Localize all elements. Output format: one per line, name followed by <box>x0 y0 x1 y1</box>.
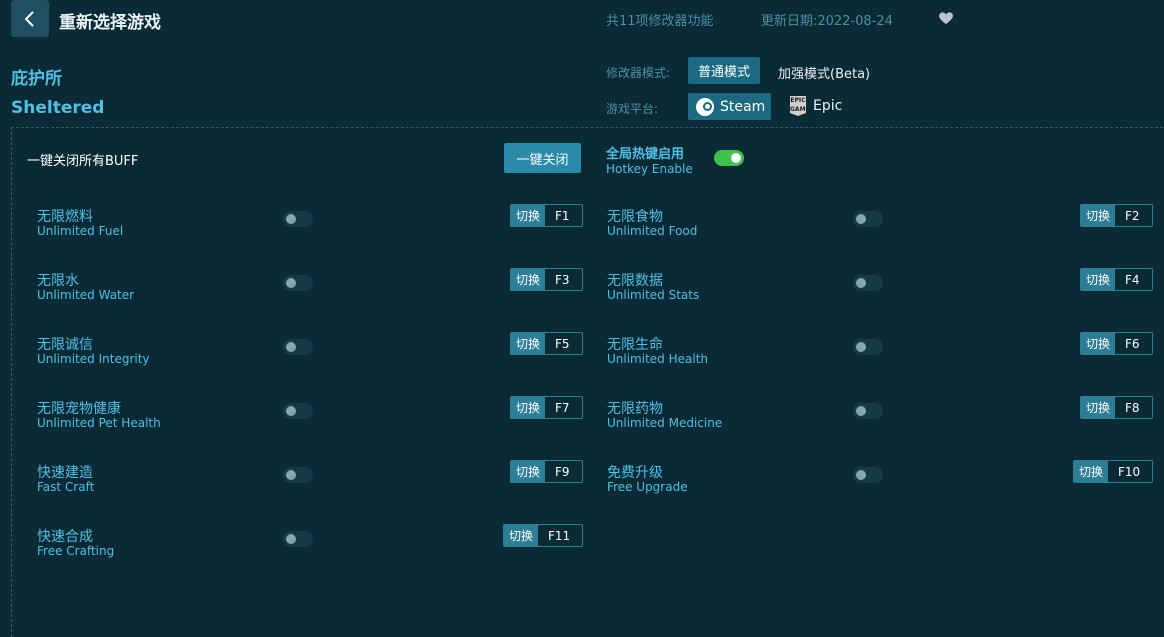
switch-label: 切换 <box>1081 397 1116 418</box>
switch-label: 切换 <box>1081 269 1116 290</box>
switch-label: 切换 <box>511 461 546 482</box>
feature-toggle[interactable] <box>283 403 313 419</box>
feature-name-cn: 无限药物 <box>607 401 663 417</box>
feature-toggle[interactable] <box>283 531 313 547</box>
hotkey-label: F8 <box>1125 400 1140 415</box>
feature-name-en: Unlimited Medicine <box>607 416 723 430</box>
feature-name-en: Fast Craft <box>37 480 95 494</box>
feature-name-en: Unlimited Health <box>607 352 709 366</box>
feature-name-cn: 无限食物 <box>607 209 663 225</box>
feature-name-cn: 无限燃料 <box>37 209 93 225</box>
feature-name-en: Unlimited Pet Health <box>37 416 161 430</box>
steam-icon <box>696 97 714 116</box>
platform-steam-button[interactable]: Steam <box>688 93 771 120</box>
epic-games-icon: EPIC GAMES <box>790 96 806 116</box>
feature-name-en: Unlimited Integrity <box>37 352 150 366</box>
cheat-panel <box>11 127 1163 637</box>
feature-toggle[interactable] <box>853 403 883 419</box>
hotkey-switch-button[interactable]: 切换 F9 <box>510 460 583 483</box>
hotkey-switch-button[interactable]: 切换 F11 <box>503 524 583 547</box>
switch-label: 切换 <box>511 333 546 354</box>
feature-toggle[interactable] <box>853 467 883 483</box>
hotkey-label: F11 <box>548 528 571 543</box>
disable-all-buff-label: 一键关闭所有BUFF <box>27 154 139 169</box>
hotkey-switch-button[interactable]: 切换 F3 <box>510 268 583 291</box>
hotkey-switch-button[interactable]: 切换 F6 <box>1080 332 1153 355</box>
mode-label: 修改器模式: <box>606 66 671 80</box>
feature-toggle[interactable] <box>853 339 883 355</box>
switch-label: 切换 <box>511 205 546 226</box>
feature-toggle[interactable] <box>283 211 313 227</box>
hotkey-label: F5 <box>555 336 570 351</box>
hotkey-enable-label-en: Hotkey Enable <box>606 162 693 176</box>
feature-name-cn: 无限诚信 <box>37 337 93 353</box>
switch-label: 切换 <box>511 269 546 290</box>
mode-normal-button[interactable]: 普通模式 <box>688 57 760 84</box>
hotkey-label: F3 <box>555 272 570 287</box>
feature-toggle[interactable] <box>283 467 313 483</box>
feature-name-cn: 无限数据 <box>607 273 663 289</box>
feature-name-en: Unlimited Food <box>607 224 698 238</box>
hotkey-switch-button[interactable]: 切换 F2 <box>1080 204 1153 227</box>
switch-label: 切换 <box>1081 205 1116 226</box>
hotkey-switch-button[interactable]: 切换 F7 <box>510 396 583 419</box>
switch-label: 切换 <box>511 397 546 418</box>
feature-toggle[interactable] <box>283 339 313 355</box>
page-title: 重新选择游戏 <box>59 13 161 33</box>
update-date: 更新日期:2022-08-24 <box>761 14 893 29</box>
feature-name-cn: 无限水 <box>37 273 79 289</box>
hotkey-label: F4 <box>1125 272 1140 287</box>
hotkey-switch-button[interactable]: 切换 F4 <box>1080 268 1153 291</box>
feature-toggle[interactable] <box>853 275 883 291</box>
hotkey-label: F7 <box>555 400 570 415</box>
hotkey-label: F10 <box>1118 464 1141 479</box>
feature-name-en: Free Upgrade <box>607 480 688 494</box>
feature-count: 共11项修改器功能 <box>606 14 714 29</box>
hotkey-switch-button[interactable]: 切换 F5 <box>510 332 583 355</box>
switch-label: 切换 <box>1081 333 1116 354</box>
platform-label: 游戏平台: <box>606 102 659 116</box>
feature-name-cn: 快速合成 <box>37 529 93 545</box>
platform-epic-label: Epic <box>813 98 843 114</box>
hotkey-label: F2 <box>1125 208 1140 223</box>
switch-label: 切换 <box>1074 461 1109 482</box>
feature-name-cn: 无限生命 <box>607 337 663 353</box>
feature-name-en: Free Crafting <box>37 544 115 558</box>
chevron-left-icon <box>24 10 34 27</box>
game-name-cn: 庇护所 <box>11 69 62 89</box>
platform-steam-label: Steam <box>720 98 766 115</box>
hotkey-label: F1 <box>555 208 570 223</box>
feature-name-cn: 无限宠物健康 <box>37 401 121 417</box>
platform-epic-button[interactable]: EPIC GAMES Epic <box>790 96 842 116</box>
feature-toggle[interactable] <box>283 275 313 291</box>
feature-toggle[interactable] <box>853 211 883 227</box>
feature-name-en: Unlimited Fuel <box>37 224 124 238</box>
mode-beta-button[interactable]: 加强模式(Beta) <box>778 63 870 82</box>
feature-name-cn: 免费升级 <box>607 465 663 481</box>
switch-label: 切换 <box>504 525 539 546</box>
hotkey-enable-label-cn: 全局热键启用 <box>606 147 685 162</box>
heart-icon[interactable] <box>938 10 954 26</box>
game-name-en: Sheltered <box>11 98 105 118</box>
feature-name-en: Unlimited Water <box>37 288 135 302</box>
disable-all-button[interactable]: 一键关闭 <box>504 143 581 173</box>
feature-name-en: Unlimited Stats <box>607 288 700 302</box>
feature-name-cn: 快速建造 <box>37 465 93 481</box>
back-button[interactable] <box>11 0 49 37</box>
hotkey-switch-button[interactable]: 切换 F8 <box>1080 396 1153 419</box>
hotkey-label: F6 <box>1125 336 1140 351</box>
hotkey-switch-button[interactable]: 切换 F10 <box>1073 460 1153 483</box>
hotkey-label: F9 <box>555 464 570 479</box>
hotkey-switch-button[interactable]: 切换 F1 <box>510 204 583 227</box>
hotkey-enable-toggle[interactable] <box>714 150 744 166</box>
